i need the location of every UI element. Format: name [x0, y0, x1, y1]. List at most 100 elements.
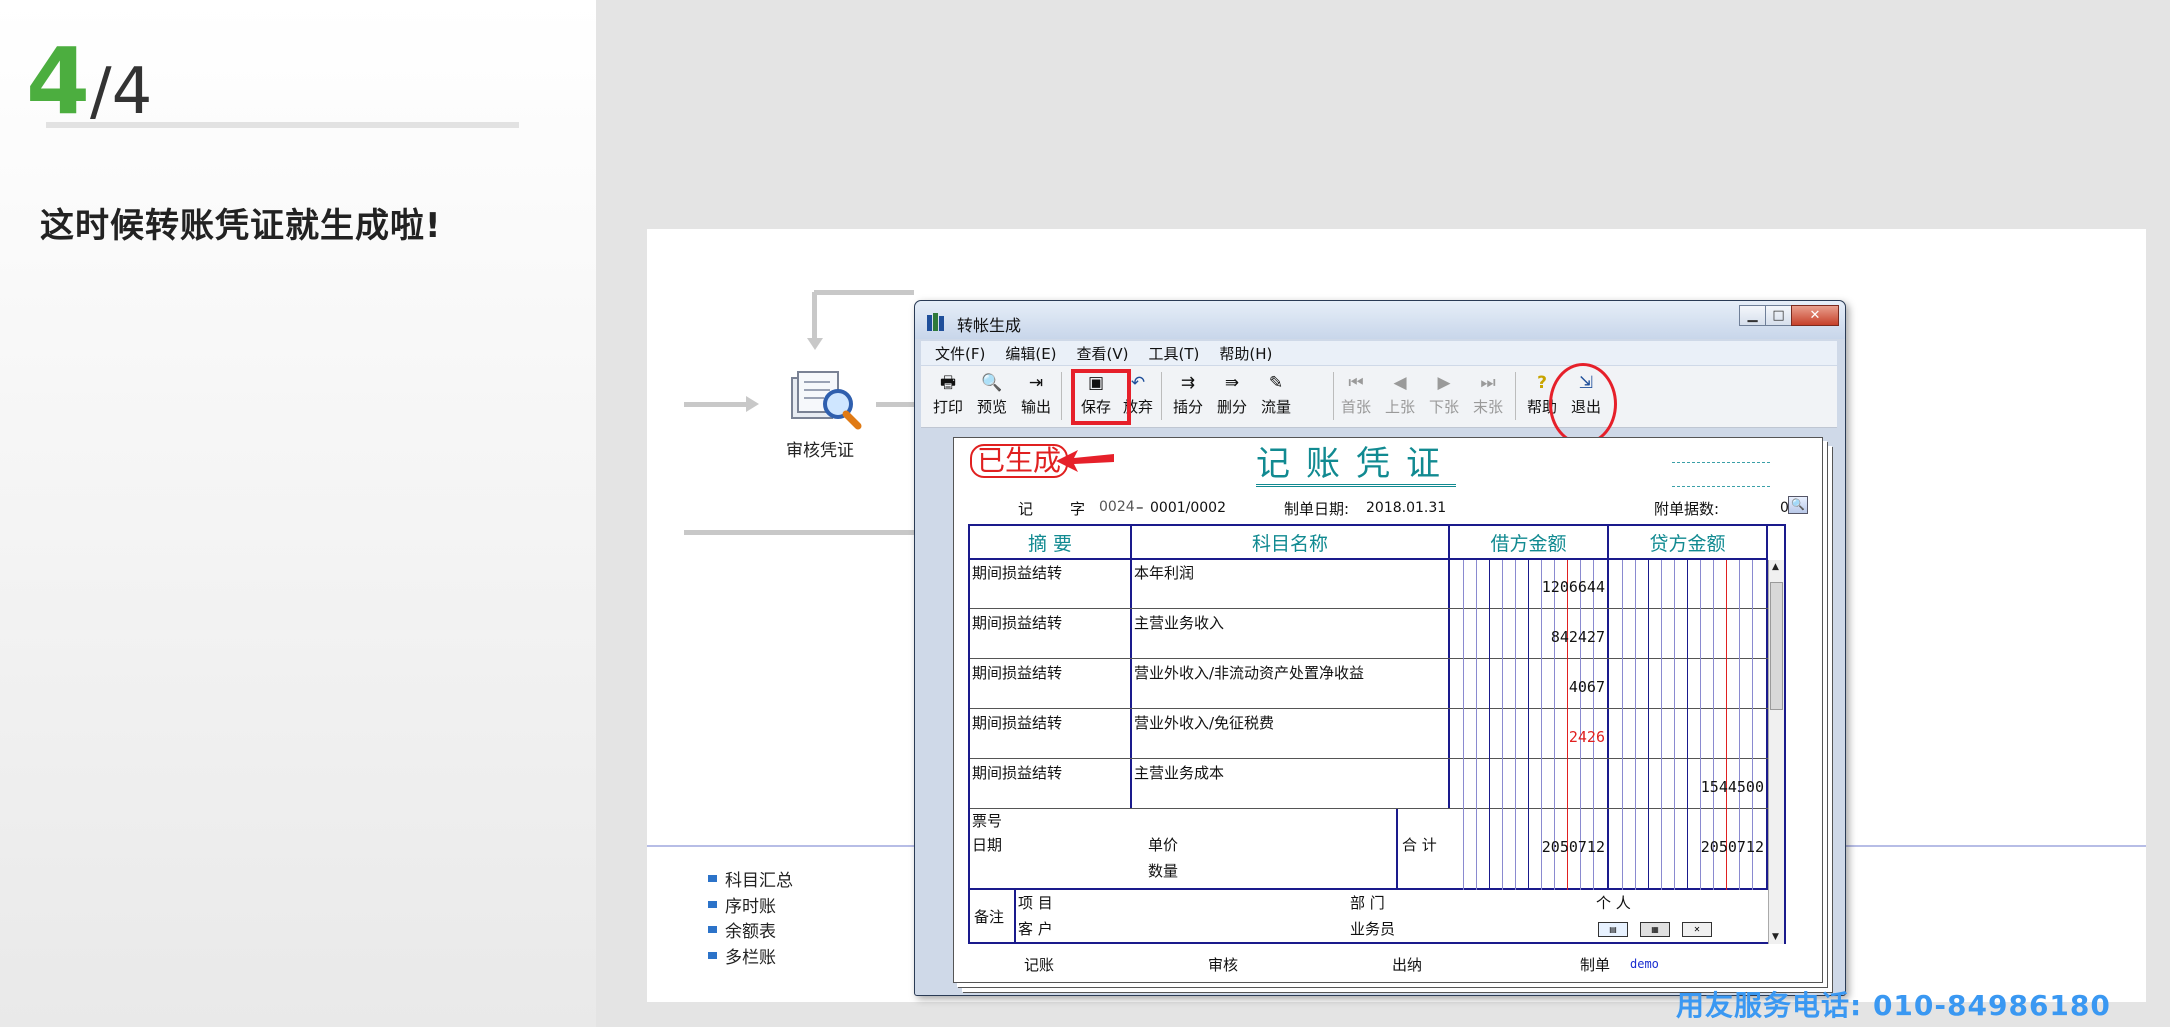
sig-maker-name: demo [1630, 957, 1659, 971]
save-highlight-box [1071, 369, 1131, 425]
attach-lookup-icon[interactable]: 🔍 [1788, 496, 1808, 514]
printer-icon: 🖶 [939, 373, 957, 393]
report-link[interactable]: 多栏账 [708, 943, 793, 969]
output-button[interactable]: ⇥ 输出 [1015, 371, 1057, 421]
window-controls: ▁ □ ✕ [1739, 305, 1839, 326]
project-label: 项 目 [1018, 894, 1053, 912]
service-hotline: 用友服务电话: 010-84986180 [1676, 989, 2111, 1022]
row-debit[interactable]: 842427 [1450, 628, 1607, 646]
first-page-button[interactable]: ⏮ 首张 [1335, 371, 1377, 421]
row-account[interactable]: 主营业务成本 [1134, 762, 1224, 783]
minimize-icon: ▁ [1747, 308, 1758, 323]
slide-left-panel: 4/4 这时候转账凭证就生成啦! [0, 0, 596, 1027]
date-value[interactable]: 2018.01.31 [1366, 500, 1446, 516]
window-title: 转帐生成 [957, 316, 1022, 335]
bullet-icon [708, 875, 717, 883]
vertical-scrollbar[interactable]: ▲ ▼ [1768, 560, 1784, 944]
card-icon[interactable]: ▤ [1598, 922, 1628, 937]
voucher-type-no: 0024 [1099, 499, 1135, 515]
menu-file[interactable]: 文件(F) [935, 343, 985, 364]
prev-page-button[interactable]: ◀ 上张 [1379, 371, 1421, 421]
step-indicator: 4/4 [26, 28, 152, 135]
tools-icon[interactable]: ✕ [1682, 922, 1712, 937]
menu-edit[interactable]: 编辑(E) [1005, 343, 1056, 364]
window-titlebar[interactable]: 转帐生成 ▁ □ ✕ [915, 301, 1845, 339]
grid-line [1607, 526, 1609, 888]
insert-row-icon: ⇉ [1180, 373, 1196, 393]
step-divider [46, 122, 519, 128]
quantity-label: 数量 [1148, 862, 1179, 880]
menu-tools[interactable]: 工具(T) [1149, 343, 1200, 364]
report-link[interactable]: 科目汇总 [708, 866, 793, 892]
report-link[interactable]: 序时账 [708, 892, 793, 918]
total-label: 合 计 [1402, 836, 1437, 854]
cashflow-button[interactable]: ✎ 流量 [1255, 371, 1297, 421]
person-label: 个 人 [1596, 894, 1631, 912]
customer-label: 客 户 [1018, 920, 1053, 938]
help-question-icon: ? [1537, 373, 1547, 393]
minimize-button[interactable]: ▁ [1739, 305, 1766, 326]
print-button[interactable]: 🖶 打印 [927, 371, 969, 421]
voucher-type[interactable]: 记 [1018, 498, 1033, 519]
row-debit[interactable]: 4067 [1450, 678, 1607, 696]
close-button[interactable]: ✕ [1791, 305, 1839, 326]
dept-label: 部 门 [1350, 894, 1385, 912]
row-credit[interactable]: 1544500 [1609, 778, 1766, 796]
output-label: 输出 [1020, 398, 1051, 416]
row-summary[interactable]: 期间损益结转 [972, 562, 1062, 583]
grid-line [1130, 526, 1132, 808]
toolbar-separator [1061, 372, 1062, 420]
flow-line [812, 292, 817, 340]
scroll-down-icon[interactable]: ▼ [1772, 932, 1779, 942]
row-debit[interactable]: 1206644 [1450, 578, 1607, 596]
row-debit-red[interactable]: 2426 [1450, 728, 1607, 746]
row-account[interactable]: 营业外收入/免征税费 [1134, 712, 1274, 733]
slide-headline: 这时候转账凭证就生成啦! [40, 206, 442, 246]
maximize-button[interactable]: □ [1765, 305, 1792, 326]
last-page-icon: ⏭ [1480, 373, 1496, 393]
audit-voucher-icon[interactable] [788, 368, 870, 430]
bullet-icon [708, 926, 717, 934]
preview-button[interactable]: 🔍 预览 [971, 371, 1013, 421]
total-credit: 2050712 [1700, 838, 1764, 856]
scroll-thumb[interactable] [1770, 582, 1783, 710]
insert-split-button[interactable]: ⇉ 插分 [1167, 371, 1209, 421]
remark-label: 备注 [974, 908, 1005, 926]
next-page-label: 下张 [1428, 398, 1459, 416]
row-summary[interactable]: 期间损益结转 [972, 712, 1062, 733]
flow-line [876, 402, 916, 407]
red-arrow-icon [1056, 450, 1114, 472]
menu-help[interactable]: 帮助(H) [1219, 343, 1272, 364]
delete-split-button[interactable]: ⇛ 删分 [1211, 371, 1253, 421]
menu-bar: 文件(F) 编辑(E) 查看(V) 工具(T) 帮助(H) [921, 341, 1837, 365]
menu-view[interactable]: 查看(V) [1077, 343, 1129, 364]
row-account[interactable]: 本年利润 [1134, 562, 1194, 583]
scroll-up-icon[interactable]: ▲ [1772, 562, 1779, 572]
row-summary[interactable]: 期间损益结转 [972, 762, 1062, 783]
first-page-label: 首张 [1340, 398, 1371, 416]
voucher-grid: 摘 要 科目名称 借方金额 贷方金额 期间损益结转 本年利润 1206644 期… [968, 524, 1786, 944]
row-summary[interactable]: 期间损益结转 [972, 612, 1062, 633]
row-account[interactable]: 主营业务收入 [1134, 612, 1224, 633]
report-links: 科目汇总 序时账 余额表 多栏账 [708, 866, 793, 968]
row-summary[interactable]: 期间损益结转 [972, 662, 1062, 683]
report-link[interactable]: 余额表 [708, 917, 793, 943]
header-summary: 摘 要 [1027, 532, 1073, 555]
toolbar-separator [1515, 372, 1516, 420]
last-page-button[interactable]: ⏭ 末张 [1467, 371, 1509, 421]
grid-line [1396, 808, 1398, 888]
sig-maker: 制单 [1580, 956, 1611, 974]
row-account[interactable]: 营业外收入/非流动资产处置净收益 [1134, 662, 1364, 683]
magnifier-page-icon: 🔍 [981, 373, 1003, 393]
grid-line [1014, 888, 1016, 944]
maximize-icon: □ [1772, 308, 1785, 323]
delete-row-icon: ⇛ [1224, 373, 1240, 393]
generated-stamp: 已生成 [970, 444, 1069, 478]
header-account: 科目名称 [1251, 532, 1328, 555]
app-books-icon [927, 313, 944, 331]
id-card-icon[interactable]: ▦ [1640, 922, 1670, 937]
toolbar-separator [1161, 372, 1162, 420]
unit-price-label: 单价 [1148, 836, 1179, 854]
ticket-no-label: 票号 [972, 812, 1003, 830]
next-page-button[interactable]: ▶ 下张 [1423, 371, 1465, 421]
